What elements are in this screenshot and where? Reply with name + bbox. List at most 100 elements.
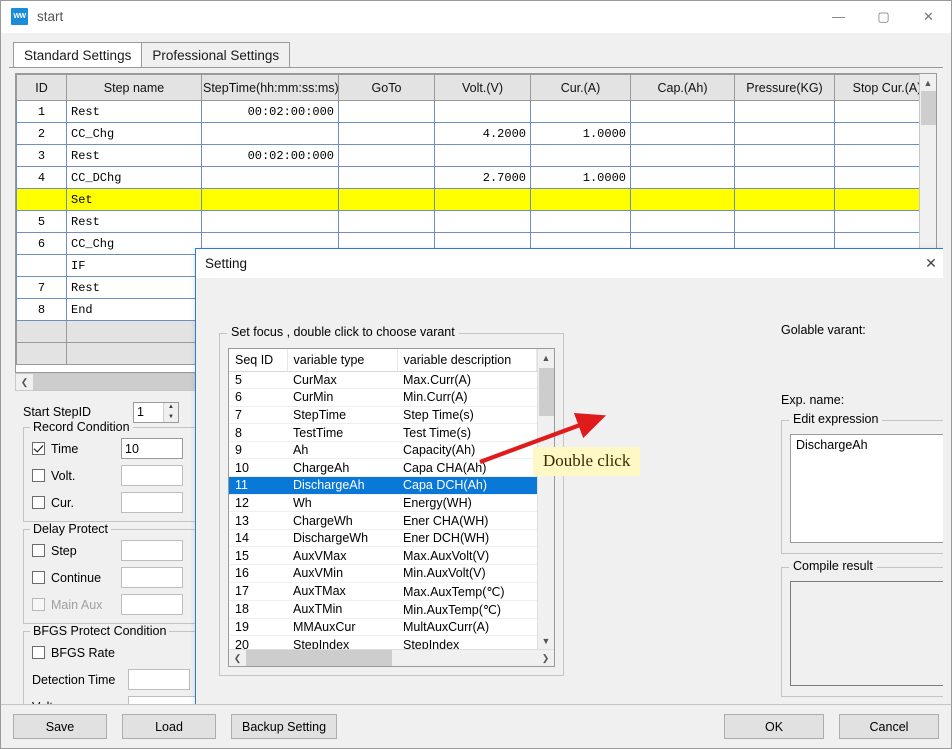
cell-variable-description[interactable]: Min.AuxTemp(℃): [397, 600, 537, 619]
hscroll-thumb[interactable]: [246, 650, 392, 666]
cell-step-name[interactable]: Rest: [66, 276, 202, 299]
cell-id[interactable]: 2: [16, 122, 67, 145]
cell-goto[interactable]: [338, 122, 435, 145]
cell-id[interactable]: 6: [16, 232, 67, 255]
cell-variable-description[interactable]: Ener DCH(WH): [397, 529, 537, 548]
cell-seq-id[interactable]: 15: [229, 546, 287, 566]
scroll-up-icon[interactable]: ▲: [538, 349, 555, 366]
cell-stop-cur[interactable]: [834, 166, 919, 189]
scroll-up-icon[interactable]: ▲: [920, 74, 937, 91]
cell-variable-type[interactable]: Wh: [287, 494, 397, 513]
list-item[interactable]: 9 Ah Capacity(Ah): [229, 441, 537, 460]
cell-cap[interactable]: [630, 166, 735, 189]
minimize-button[interactable]: —: [816, 1, 861, 32]
cell-variable-type[interactable]: CurMax: [287, 371, 397, 390]
cell-step-time[interactable]: [201, 166, 339, 189]
bfgs-rate-checkbox[interactable]: [32, 646, 45, 659]
col-cur[interactable]: Cur.(A): [530, 74, 631, 101]
cell-id[interactable]: 3: [16, 144, 67, 167]
record-time-checkbox[interactable]: [32, 442, 45, 455]
cell-variable-type[interactable]: StepTime: [287, 406, 397, 425]
cell-pressure[interactable]: [734, 188, 835, 211]
cell-id[interactable]: [16, 320, 67, 343]
cell-variable-type[interactable]: ChargeWh: [287, 511, 397, 530]
variable-list-vertical-scrollbar[interactable]: ▲ ▼: [537, 349, 554, 649]
cell-step-time[interactable]: 00:02:00:000: [201, 144, 339, 167]
list-item[interactable]: 10 ChargeAh Capa CHA(Ah): [229, 458, 537, 478]
cell-variable-type[interactable]: DischargeAh: [287, 476, 397, 495]
cell-cur[interactable]: [530, 210, 631, 233]
list-item[interactable]: 7 StepTime Step Time(s): [229, 406, 537, 425]
table-row[interactable]: 4 CC_DChg 2.7000 1.0000: [16, 166, 919, 189]
maximize-button[interactable]: ▢: [861, 1, 906, 32]
cell-cap[interactable]: [630, 100, 735, 123]
cell-step-name[interactable]: Set: [66, 188, 202, 211]
cell-step-time[interactable]: [201, 122, 339, 145]
cell-seq-id[interactable]: 13: [229, 511, 287, 530]
record-volt-input[interactable]: [121, 465, 183, 486]
cell-volt[interactable]: 4.2000: [434, 122, 531, 145]
list-item[interactable]: 12 Wh Energy(WH): [229, 494, 537, 513]
col-cap[interactable]: Cap.(Ah): [630, 74, 735, 101]
tab-standard-settings[interactable]: Standard Settings: [13, 42, 143, 67]
cell-variable-description[interactable]: Capa CHA(Ah): [397, 458, 537, 478]
variable-list-horizontal-scrollbar[interactable]: ❮ ❯: [229, 649, 554, 666]
cell-id[interactable]: [16, 188, 67, 211]
cell-step-name[interactable]: CC_DChg: [66, 166, 202, 189]
scroll-thumb[interactable]: [538, 368, 554, 416]
scroll-right-icon[interactable]: ❯: [537, 650, 554, 666]
cell-variable-type[interactable]: Ah: [287, 441, 397, 460]
cell-volt[interactable]: [434, 144, 531, 167]
col-stop-cur[interactable]: Stop Cur.(A): [834, 74, 919, 101]
cell-seq-id[interactable]: 8: [229, 423, 287, 442]
edit-expression-textarea[interactable]: DischargeAh: [790, 434, 943, 543]
delay-continue-checkbox[interactable]: [32, 571, 45, 584]
record-cur-checkbox[interactable]: [32, 496, 45, 509]
cell-variable-description[interactable]: Max.AuxVolt(V): [397, 546, 537, 566]
col-goto[interactable]: GoTo: [338, 74, 435, 101]
cell-variable-description[interactable]: Ener CHA(WH): [397, 511, 537, 530]
cell-variable-description[interactable]: Test Time(s): [397, 423, 537, 442]
cell-seq-id[interactable]: 17: [229, 582, 287, 601]
delay-step-checkbox[interactable]: [32, 544, 45, 557]
cancel-button[interactable]: Cancel: [839, 714, 939, 739]
cell-goto[interactable]: [338, 100, 435, 123]
record-time-input[interactable]: [121, 438, 183, 459]
cell-seq-id[interactable]: 20: [229, 635, 287, 649]
cell-step-name[interactable]: Rest: [66, 100, 202, 123]
cell-step-name[interactable]: [66, 320, 202, 343]
cell-stop-cur[interactable]: [834, 188, 919, 211]
cell-variable-type[interactable]: AuxVMin: [287, 564, 397, 583]
cell-variable-type[interactable]: StepIndex: [287, 635, 397, 649]
col-variable-description[interactable]: variable description: [397, 349, 537, 372]
setting-dialog-close-button[interactable]: ✕: [910, 250, 943, 278]
cell-variable-description[interactable]: StepIndex: [397, 635, 537, 649]
list-item[interactable]: 17 AuxTMax Max.AuxTemp(℃): [229, 582, 537, 601]
col-step-name[interactable]: Step name: [66, 74, 202, 101]
col-seq-id[interactable]: Seq ID: [229, 349, 288, 372]
cell-step-name[interactable]: Rest: [66, 144, 202, 167]
col-id[interactable]: ID: [16, 74, 67, 101]
cell-pressure[interactable]: [734, 166, 835, 189]
list-item[interactable]: 11 DischargeAh Capa DCH(Ah): [229, 476, 537, 495]
list-item[interactable]: 6 CurMin Min.Curr(A): [229, 388, 537, 407]
record-cur-input[interactable]: [121, 492, 183, 513]
cell-pressure[interactable]: [734, 122, 835, 145]
table-row[interactable]: 1 Rest 00:02:00:000: [16, 100, 919, 123]
table-row[interactable]: Set: [16, 188, 919, 211]
list-item[interactable]: 18 AuxTMin Min.AuxTemp(℃): [229, 600, 537, 619]
cell-cap[interactable]: [630, 122, 735, 145]
cell-pressure[interactable]: [734, 100, 835, 123]
cell-id[interactable]: 8: [16, 298, 67, 321]
cell-goto[interactable]: [338, 166, 435, 189]
list-item[interactable]: 15 AuxVMax Max.AuxVolt(V): [229, 546, 537, 566]
cell-seq-id[interactable]: 14: [229, 529, 287, 548]
cell-cur[interactable]: [530, 188, 631, 211]
scroll-left-icon[interactable]: ❮: [229, 650, 246, 666]
cell-goto[interactable]: [338, 144, 435, 167]
start-stepid-stepper[interactable]: ▲ ▼: [133, 401, 179, 423]
table-row[interactable]: 5 Rest: [16, 210, 919, 233]
ok-button[interactable]: OK: [724, 714, 824, 739]
load-button[interactable]: Load: [122, 714, 216, 739]
cell-volt[interactable]: [434, 188, 531, 211]
